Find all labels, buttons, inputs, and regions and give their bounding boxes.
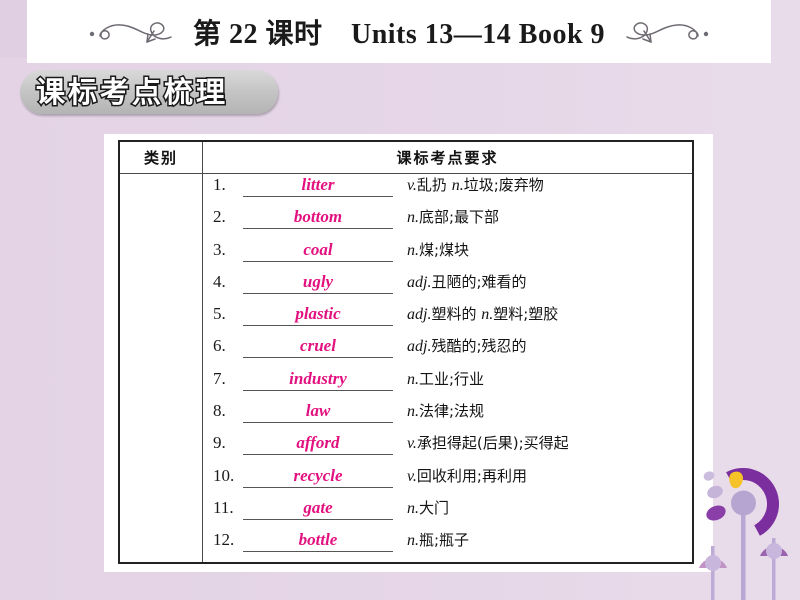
meaning-1: 工业;行业 [419,369,485,388]
part-of-speech-1: v. [407,467,417,485]
page-title: 第 22 课时 Units 13—14 Book 9 [192,18,606,50]
part-of-speech-1: n. [407,370,419,388]
row-number: 3. [213,239,226,259]
definition-text: n.底部;最下部 [393,206,692,227]
row-number: 10. [213,465,235,485]
part-of-speech-2: n. [481,306,494,324]
meaning-1: 塑料的 [431,305,482,324]
word-row: 6. cruel adj.残酷的;残忍的 [203,335,692,367]
column-header-requirement: 课标考点要求 [202,140,694,174]
section-banner: 课标考点梳理 [14,64,294,122]
answer-blank[interactable]: cruel [243,335,393,359]
meaning-1: 回收利用;再利用 [416,466,527,485]
answer-blank[interactable]: afford [243,432,393,456]
table-header-row: 类别 课标考点要求 [118,140,694,174]
requirement-cell: 1. litter v.乱扔 n.垃圾;废弃物 2. bottom n.底部;最下部 3. c… [202,172,694,564]
definition-text: n.瓶;瓶子 [393,529,692,550]
part-of-speech-1: v. [407,435,417,453]
word-row: 3. coal n.煤;煤块 [203,239,692,271]
answer-blank[interactable]: coal [243,239,393,262]
word-row: 1. litter v.乱扔 n.垃圾;废弃物 [203,174,692,206]
dandelion-flowers-icon [690,450,800,600]
part-of-speech-1: n. [407,532,419,550]
meaning-1: 残酷的;残忍的 [431,337,527,356]
definition-text: n.煤;煤块 [393,239,692,260]
answer-blank[interactable]: law [243,400,393,424]
definition-text: v.承担得起(后果);买得起 [393,432,692,453]
meaning-1: 瓶;瓶子 [419,531,470,550]
meaning-2: 垃圾;废弃物 [463,176,544,194]
part-of-speech-1: adj. [407,306,432,324]
word-row: 7. industry n.工业;行业 [203,368,692,400]
meaning-1: 底部;最下部 [419,208,500,227]
word-row: 4. ugly adj.丑陋的;难看的 [203,271,692,303]
slide-page: 第 22 课时 Units 13—14 Book 9 课标考点梳理 类别 课标考… [0,0,800,600]
answer-blank[interactable]: litter [243,174,393,197]
definition-text: v.乱扔 n.垃圾;废弃物 [393,174,692,195]
part-of-speech-1: n. [407,499,419,517]
definition-text: n.法律;法规 [393,400,692,421]
part-of-speech-1: adj. [407,338,432,356]
row-number: 1. [213,175,226,194]
swirl-flourish-right-icon [626,21,709,43]
row-number: 5. [213,304,226,324]
word-row: 12. bottle n.瓶;瓶子 [203,529,692,561]
answer-blank[interactable]: industry [243,368,393,391]
row-number: 12. [213,530,235,550]
row-number: 2. [213,207,226,227]
row-number: 7. [213,368,226,388]
definition-text: adj.丑陋的;难看的 [393,271,692,292]
definition-text: n.工业;行业 [393,368,692,389]
row-number: 6. [213,336,226,356]
category-cell [118,172,203,564]
word-row: 8. law n.法律;法规 [203,400,692,432]
word-row: 10. recycle v.回收利用;再利用 [203,465,692,497]
word-row: 5. plastic adj.塑料的 n.塑料;塑胶 [203,303,692,335]
definition-text: adj.塑料的 n.塑料;塑胶 [393,303,692,324]
header: 第 22 课时 Units 13—14 Book 9 [27,0,771,63]
part-of-speech-1: n. [407,241,419,259]
part-of-speech-2: n. [451,177,464,194]
definition-text: v.回收利用;再利用 [393,465,692,486]
knowledge-table: 类别 课标考点要求 1. litter v.乱扔 n.垃圾;废弃物 2. bottom n… [118,140,694,564]
answer-blank[interactable]: bottle [243,529,393,553]
definition-text: n.大门 [393,497,692,518]
word-row: 11. gate n.大门 [203,497,692,529]
row-number: 9. [213,433,226,453]
row-number: 8. [213,401,226,421]
meaning-1: 大门 [419,498,450,517]
meaning-1: 乱扔 [416,176,452,194]
swirl-flourish-left-icon [89,21,172,43]
part-of-speech-1: v. [407,177,417,194]
banner-label: 课标考点梳理 [34,74,229,111]
meaning-1: 丑陋的;难看的 [431,272,527,291]
word-row: 9. afford v.承担得起(后果);买得起 [203,432,692,464]
meaning-1: 煤;煤块 [419,240,470,259]
answer-blank[interactable]: gate [243,497,393,520]
answer-blank[interactable]: bottom [243,206,393,230]
part-of-speech-1: n. [407,403,419,421]
meaning-1: 承担得起(后果);买得起 [416,434,569,453]
answer-blank[interactable]: recycle [243,465,393,488]
part-of-speech-1: n. [407,209,419,227]
answer-blank[interactable]: ugly [243,271,393,294]
word-row: 2. bottom n.底部;最下部 [203,206,692,238]
word-list: 1. litter v.乱扔 n.垃圾;废弃物 2. bottom n.底部;最下部 3. c… [203,174,692,562]
column-header-category: 类别 [118,140,203,174]
definition-text: adj.残酷的;残忍的 [393,335,692,356]
header-corner-block [0,0,27,58]
row-number: 4. [213,271,226,291]
part-of-speech-1: adj. [407,273,432,291]
table-body-row: 1. litter v.乱扔 n.垃圾;废弃物 2. bottom n.底部;最下部 3. c… [118,172,694,564]
meaning-1: 法律;法规 [419,402,485,421]
row-number: 11. [213,497,234,517]
answer-blank[interactable]: plastic [243,303,393,327]
meaning-2: 塑料;塑胶 [493,305,559,324]
